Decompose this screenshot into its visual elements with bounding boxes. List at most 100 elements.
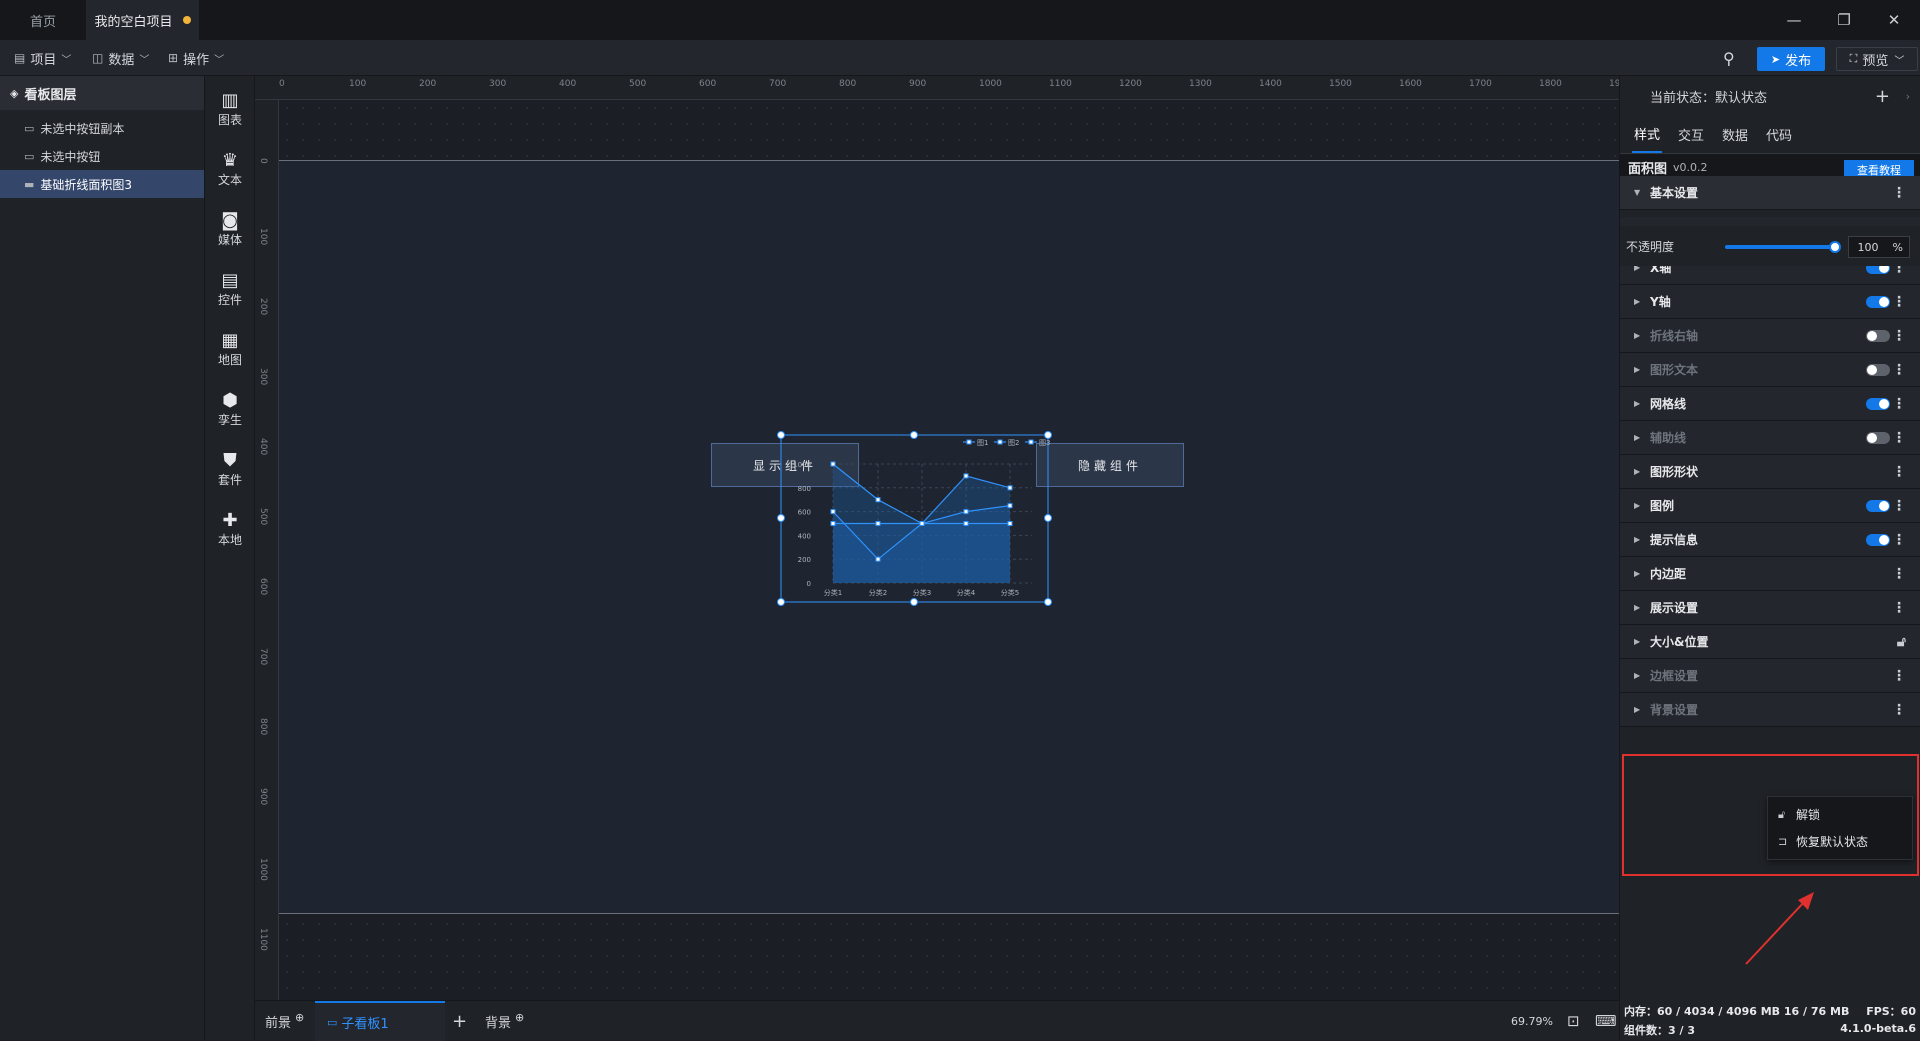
more-icon[interactable]: ⋮ xyxy=(1892,294,1906,310)
menu-project[interactable]: ▤ 项目 ﹀ xyxy=(14,40,71,76)
monitor-icon: ▭ xyxy=(327,1015,338,1029)
minimize-button[interactable]: — xyxy=(1782,8,1806,32)
ruler-tick-label: 1000 xyxy=(258,858,268,881)
slider-knob[interactable] xyxy=(1829,241,1841,253)
publish-button[interactable]: ➤ 发布 xyxy=(1757,47,1825,71)
tool-media[interactable]: ◙ 媒体 xyxy=(205,204,255,254)
section-toggle[interactable] xyxy=(1866,295,1890,308)
more-icon[interactable]: ⋮ xyxy=(1892,430,1906,446)
area-chart[interactable]: 1000 800 600 400 200 0 分类1 分类2 分类3 分类4 分类5 图1 图2 图3 xyxy=(777,431,1121,657)
section-4[interactable]: ▶ 折线右轴 ⋮ xyxy=(1620,319,1920,353)
section-label: 图例 xyxy=(1650,499,1675,513)
tool-map[interactable]: ▦ 地图 xyxy=(205,324,255,374)
section-0[interactable]: ▼ 基本设置 ⋮ xyxy=(1620,176,1920,210)
section-8[interactable]: ▶ 图形形状 ⋮ xyxy=(1620,455,1920,489)
x-tick-label: 分类4 xyxy=(957,588,976,597)
section-toggle[interactable] xyxy=(1866,533,1890,546)
tool-control[interactable]: ▤ 控件 xyxy=(205,264,255,314)
resize-handle xyxy=(1044,431,1052,439)
fit-screen-icon[interactable]: ⊡ xyxy=(1567,1001,1580,1041)
add-board-button[interactable]: + xyxy=(452,1001,467,1041)
section-toggle[interactable] xyxy=(1866,397,1890,410)
more-icon[interactable]: ⋮ xyxy=(1892,328,1906,344)
chevron-right-icon[interactable]: › xyxy=(1906,90,1910,103)
layer-item[interactable]: ▭ 未选中按钮 xyxy=(0,142,204,170)
more-icon[interactable]: ⋮ xyxy=(1892,668,1906,684)
menu-data[interactable]: ◫ 数据 ﹀ xyxy=(92,40,149,76)
section-7[interactable]: ▶ 辅助线 ⋮ xyxy=(1620,421,1920,455)
caret-right-icon: ▶ xyxy=(1634,535,1641,544)
section-12[interactable]: ▶ 展示设置 ⋮ xyxy=(1620,591,1920,625)
artboard[interactable]: 显示组件 隐藏组件 1000 800 600 400 200 0 分类1 分类2 分类3 分类4 分… xyxy=(279,160,1619,914)
tab-interaction[interactable]: 交互 xyxy=(1676,117,1706,152)
tool-twin[interactable]: ⬢ 孪生 xyxy=(205,384,255,434)
section-toggle[interactable] xyxy=(1866,431,1890,444)
zoom-level[interactable]: 69.79% xyxy=(1511,1001,1553,1041)
caret-right-icon: ▶ xyxy=(1634,297,1641,306)
ruler-tick-label: 800 xyxy=(258,718,268,736)
section-10[interactable]: ▶ 提示信息 ⋮ xyxy=(1620,523,1920,557)
section-5[interactable]: ▶ 图形文本 ⋮ xyxy=(1620,353,1920,387)
more-icon[interactable]: ⋮ xyxy=(1892,464,1906,480)
close-button[interactable]: ✕ xyxy=(1882,8,1906,32)
lock-icon[interactable]: 🔓︎ xyxy=(1897,634,1906,650)
section-11[interactable]: ▶ 内边距 ⋮ xyxy=(1620,557,1920,591)
tool-text[interactable]: ♛ 文本 xyxy=(205,144,255,194)
section-toggle[interactable] xyxy=(1866,329,1890,342)
more-icon[interactable]: ⋮ xyxy=(1892,566,1906,582)
add-state-icon[interactable]: + xyxy=(1875,86,1890,107)
tab-project[interactable]: 我的空白项目 xyxy=(86,0,199,40)
section-13[interactable]: ▶ 大小&位置 🔓︎ xyxy=(1620,625,1920,659)
ruler-tick-label: 600 xyxy=(258,578,268,596)
component-count: 组件数：3 / 3 xyxy=(1624,1024,1695,1037)
canvas[interactable]: 显示组件 隐藏组件 1000 800 600 400 200 0 分类1 分类2 分类3 分类4 分… xyxy=(279,100,1619,1000)
section-14[interactable]: ▶ 边框设置 ⋮ xyxy=(1620,659,1920,693)
tab-data[interactable]: 数据 xyxy=(1720,117,1750,152)
background-tab[interactable]: 背景 ⊕ xyxy=(485,1001,524,1041)
foreground-tab[interactable]: 前景 ⊕ xyxy=(265,1001,304,1041)
layer-item-selected[interactable]: ▬ 基础折线面积图3 xyxy=(0,170,204,198)
more-icon[interactable]: ⋮ xyxy=(1892,532,1906,548)
restore-button[interactable]: ❐ xyxy=(1832,8,1856,32)
tool-local[interactable]: ✚ 本地 xyxy=(205,504,255,554)
opacity-slider[interactable] xyxy=(1725,241,1841,253)
ruler-tick-label: 500 xyxy=(629,79,647,89)
more-icon[interactable]: ⋮ xyxy=(1892,185,1906,201)
more-icon[interactable]: ⋮ xyxy=(1892,396,1906,412)
search-icon[interactable]: ⚲ xyxy=(1723,40,1735,76)
tool-kit[interactable]: ⛊ 套件 xyxy=(205,444,255,494)
section-6[interactable]: ▶ 网格线 ⋮ xyxy=(1620,387,1920,421)
tab-home[interactable]: 首页 xyxy=(0,0,86,40)
vertical-ruler: 0 100 200 300 400 500 600 700 800 900 1000 1100 xyxy=(255,100,279,1000)
more-icon[interactable]: ⋮ xyxy=(1892,362,1906,378)
x-tick-label: 分类2 xyxy=(869,588,887,597)
preview-button[interactable]: ⛶ 预览 ﹀ xyxy=(1836,47,1918,71)
more-icon[interactable]: ⋮ xyxy=(1892,498,1906,514)
section-3[interactable]: ▶ Y轴 ⋮ xyxy=(1620,285,1920,319)
section-9[interactable]: ▶ 图例 ⋮ xyxy=(1620,489,1920,523)
title-bar: 首页 我的空白项目 — ❐ ✕ xyxy=(0,0,1920,40)
tab-code[interactable]: 代码 xyxy=(1764,117,1794,152)
unsaved-dot-icon xyxy=(182,16,191,24)
section-toggle[interactable] xyxy=(1866,499,1890,512)
layers-header[interactable]: ◈ 看板图层 xyxy=(0,76,204,110)
tab-style[interactable]: 样式 xyxy=(1632,116,1663,153)
section-15[interactable]: ▶ 背景设置 ⋮ xyxy=(1620,693,1920,727)
zoom-label: 69.79% xyxy=(1511,1014,1553,1028)
ruler-tick-label: 0 xyxy=(279,79,285,89)
bottom-bar: 前景 ⊕ ▭ 子看板1 + 背景 ⊕ 69.79% ⊡ ⌨ xyxy=(255,1000,1619,1041)
section-toggle[interactable] xyxy=(1866,363,1890,376)
keyboard-icon[interactable]: ⌨ xyxy=(1595,1001,1617,1041)
tab-project-label: 我的空白项目 xyxy=(94,14,173,30)
tool-chart[interactable]: ▥ 图表 xyxy=(205,84,255,134)
reset-state-menu-item[interactable]: ⊐ 恢复默认状态 xyxy=(1768,828,1912,855)
opacity-input[interactable]: 100% xyxy=(1848,236,1910,258)
unlock-menu-item[interactable]: 🔓︎ 解锁 xyxy=(1768,801,1912,828)
menu-operate[interactable]: ⊞ 操作 ﹀ xyxy=(168,40,224,76)
more-icon[interactable]: ⋮ xyxy=(1892,600,1906,616)
caret-right-icon: ▶ xyxy=(1634,569,1641,578)
y-tick-label: 800 xyxy=(798,485,811,493)
subboard-tab[interactable]: ▭ 子看板1 xyxy=(315,1001,445,1041)
layer-item[interactable]: ▭ 未选中按钮副本 xyxy=(0,114,204,142)
more-icon[interactable]: ⋮ xyxy=(1892,702,1906,718)
